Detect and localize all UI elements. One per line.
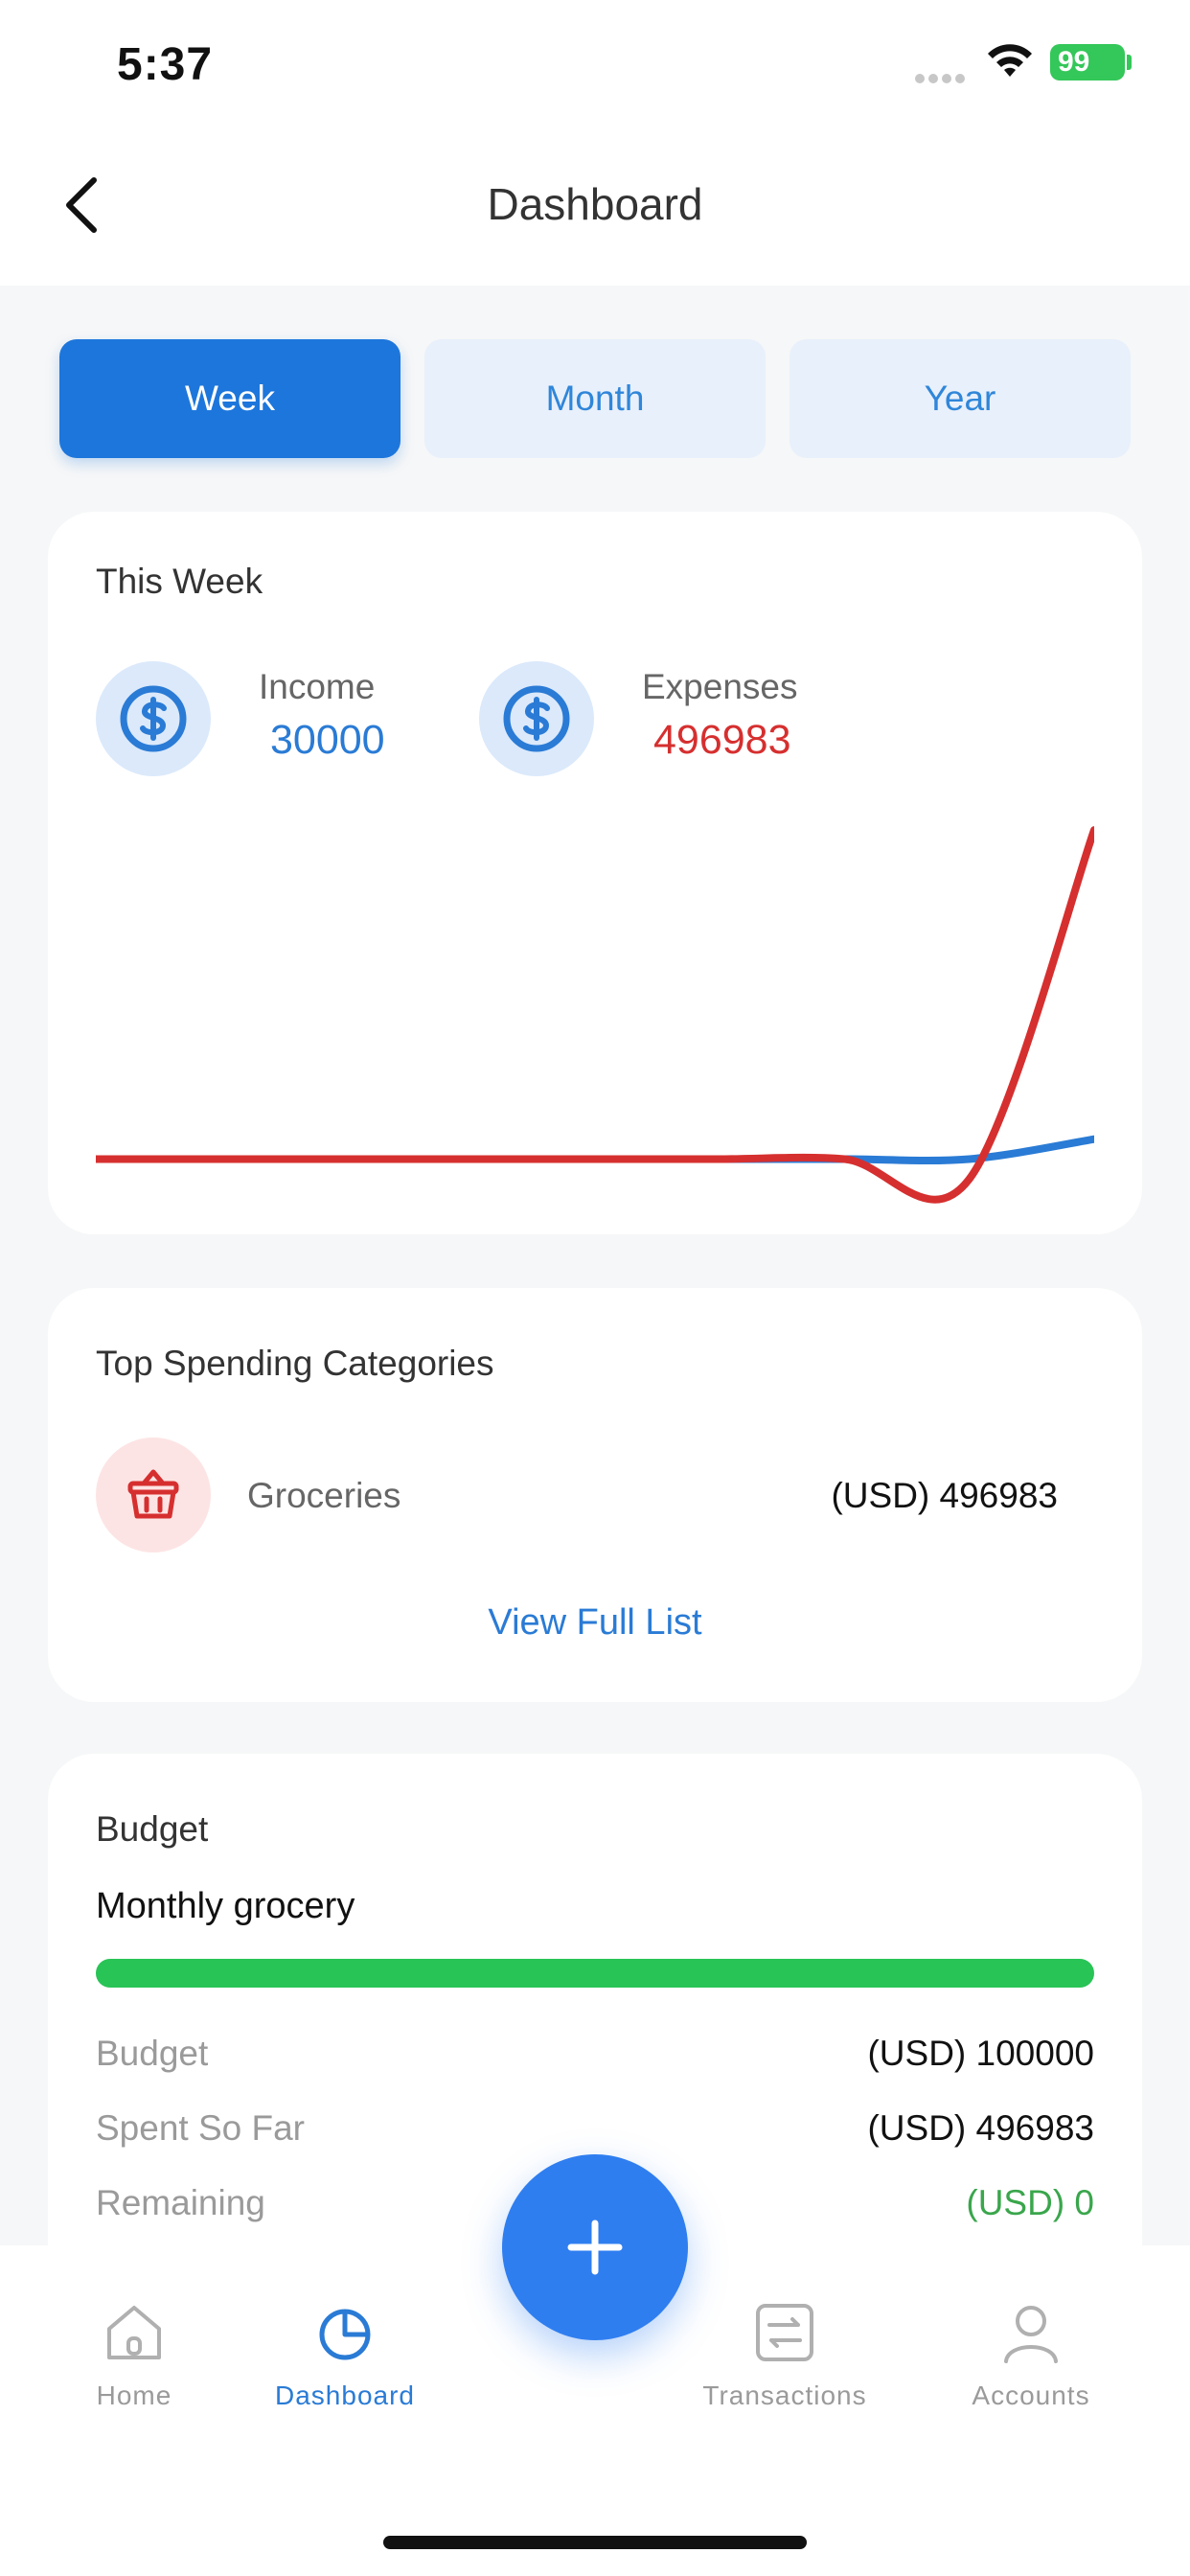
- add-button[interactable]: [502, 2154, 688, 2340]
- budget-row-label: Budget: [96, 2034, 209, 2073]
- tab-year[interactable]: Year: [790, 339, 1131, 458]
- top-spending-card: Top Spending Categories Groceries (USD) …: [48, 1288, 1142, 1702]
- tab-week[interactable]: Week: [59, 339, 400, 458]
- budget-progress-track: [96, 1959, 1094, 1988]
- nav-transactions[interactable]: Transactions: [694, 2300, 876, 2411]
- status-time: 5:37: [117, 39, 214, 90]
- nav-dashboard-label: Dashboard: [275, 2380, 415, 2410]
- budget-name: Monthly grocery: [96, 1886, 355, 1926]
- budget-progress-fill: [96, 1959, 1094, 1988]
- series-line-expenses: [96, 826, 1094, 1204]
- nav-accounts[interactable]: Accounts: [964, 2300, 1098, 2411]
- user-icon: [1004, 2306, 1058, 2363]
- expenses-value: 496983: [653, 717, 791, 763]
- basket-icon: [127, 1469, 179, 1519]
- nav-accounts-label: Accounts: [972, 2380, 1090, 2410]
- battery-tip: [1127, 55, 1132, 70]
- summary-card: This Week Income 30000 Expenses 496983: [48, 512, 1142, 1234]
- battery-icon: 99: [1050, 44, 1125, 80]
- remaining-row-value: (USD) 0: [966, 2183, 1094, 2222]
- budget-row-value: (USD) 100000: [867, 2034, 1094, 2073]
- transfer-icon: [756, 2304, 813, 2361]
- budget-title: Budget: [96, 1809, 209, 1849]
- category-amount: (USD) 496983: [831, 1476, 1058, 1515]
- top-spending-title: Top Spending Categories: [96, 1344, 494, 1383]
- plus-icon: [567, 2220, 623, 2275]
- home-icon: [107, 2306, 161, 2359]
- income-value: 30000: [270, 717, 385, 763]
- home-indicator: [383, 2536, 807, 2549]
- nav-home[interactable]: Home: [86, 2300, 182, 2411]
- spent-row-value: (USD) 496983: [867, 2108, 1094, 2148]
- dollar-icon: [120, 685, 187, 752]
- income-label: Income: [259, 667, 376, 706]
- nav-home-label: Home: [96, 2380, 172, 2410]
- income-icon-circle: [96, 661, 211, 776]
- signal-icon: [915, 71, 969, 88]
- income-expense-chart: [96, 826, 1094, 1204]
- battery-level: 99: [1058, 46, 1090, 78]
- groceries-icon-circle: [96, 1438, 211, 1552]
- category-name: Groceries: [247, 1476, 401, 1515]
- expenses-label: Expenses: [642, 667, 798, 706]
- expenses-icon-circle: [479, 661, 594, 776]
- tab-month[interactable]: Month: [424, 339, 766, 458]
- summary-title: This Week: [96, 562, 263, 601]
- view-full-list-link[interactable]: View Full List: [48, 1602, 1142, 1644]
- remaining-row-label: Remaining: [96, 2183, 265, 2222]
- nav-transactions-label: Transactions: [702, 2380, 867, 2410]
- wifi-icon: [988, 44, 1032, 77]
- page-title: Dashboard: [487, 179, 703, 229]
- nav-dashboard[interactable]: Dashboard: [259, 2300, 431, 2411]
- dollar-icon: [503, 685, 570, 752]
- pie-chart-icon: [319, 2309, 371, 2360]
- spent-row-label: Spent So Far: [96, 2108, 306, 2148]
- top-bar: 5:37 99 Dashboard: [0, 0, 1190, 286]
